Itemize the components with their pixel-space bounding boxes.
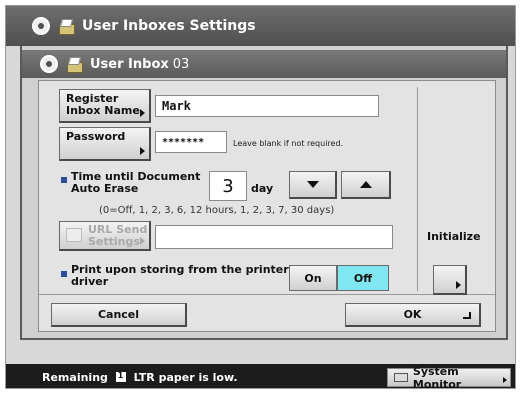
inbox-name-field[interactable]: Mark	[155, 95, 379, 117]
window-title: User Inboxes Settings	[82, 18, 256, 34]
bullet-marker	[61, 177, 67, 183]
register-inbox-name-button[interactable]: Register Inbox Name	[59, 89, 151, 123]
print-storing-label-line2: driver	[71, 275, 109, 288]
ok-label: OK	[403, 308, 422, 321]
paper-drawer-icon	[115, 371, 126, 382]
chevron-right-icon	[456, 281, 461, 289]
auto-erase-label: Time until Document Auto Erase	[71, 171, 200, 195]
password-hint: Leave blank if not required.	[233, 139, 344, 148]
inbox-box-icon	[66, 56, 83, 73]
settings-gear-icon	[40, 55, 58, 73]
panel-title: User Inbox	[90, 56, 169, 72]
horizontal-divider	[39, 294, 495, 295]
status-bar: Remaining LTR paper is low. System Monit…	[6, 364, 515, 389]
screen: User Inboxes Settings User Inbox 03 Regi…	[5, 5, 516, 389]
user-inbox-panel: User Inbox 03 Register Inbox Name Mark P…	[20, 46, 508, 340]
monitor-icon	[394, 373, 408, 382]
return-arrow-icon	[463, 312, 471, 319]
cancel-button[interactable]: Cancel	[51, 303, 187, 327]
bullet-marker	[61, 271, 67, 277]
settings-area: Register Inbox Name Mark Password ******…	[38, 80, 496, 332]
chevron-right-icon	[503, 377, 507, 383]
chevron-right-icon	[140, 109, 145, 117]
increase-button[interactable]	[341, 171, 391, 199]
url-send-line2: Settings	[88, 235, 140, 248]
auto-erase-label-line2: Auto Erase	[71, 182, 139, 195]
chevron-right-icon	[140, 237, 145, 245]
status-text-before: Remaining	[42, 370, 108, 384]
arrow-up-icon	[359, 181, 372, 188]
url-send-field	[155, 225, 393, 249]
auto-erase-options-hint: (0=Off, 1, 2, 3, 6, 12 hours, 1, 2, 3, 7…	[99, 205, 335, 216]
auto-erase-value: 3	[209, 171, 247, 201]
print-storing-on-button[interactable]: On	[289, 265, 337, 291]
window-title-bar: User Inboxes Settings	[6, 6, 515, 46]
initialize-button[interactable]	[433, 265, 467, 295]
arrow-down-icon	[306, 181, 319, 188]
panel-title-bar: User Inbox 03	[22, 50, 506, 78]
status-text-after: LTR paper is low.	[133, 370, 238, 384]
url-send-settings-button[interactable]: URL Send Settings	[59, 221, 151, 251]
url-send-icon	[66, 228, 82, 242]
initialize-label: Initialize	[427, 230, 481, 243]
cancel-label: Cancel	[97, 308, 140, 321]
system-monitor-label: System Monitor	[412, 364, 462, 389]
settings-gear-icon	[32, 17, 50, 35]
print-storing-off-button[interactable]: Off	[337, 265, 389, 291]
status-message: Remaining LTR paper is low.	[42, 371, 238, 384]
register-button-line2: Inbox Name	[66, 104, 140, 117]
password-button[interactable]: Password	[59, 127, 151, 161]
print-storing-label: Print upon storing from the printer driv…	[71, 264, 289, 288]
password-field[interactable]: *******	[155, 131, 227, 153]
inbox-number: 03	[172, 56, 190, 72]
inbox-box-icon	[58, 18, 75, 35]
chevron-right-icon	[140, 147, 145, 155]
password-button-label: Password	[66, 130, 126, 143]
auto-erase-unit: day	[251, 182, 274, 195]
system-monitor-button[interactable]: System Monitor	[387, 364, 511, 389]
vertical-divider	[417, 87, 418, 291]
ok-button[interactable]: OK	[345, 303, 481, 327]
decrease-button[interactable]	[289, 171, 337, 199]
